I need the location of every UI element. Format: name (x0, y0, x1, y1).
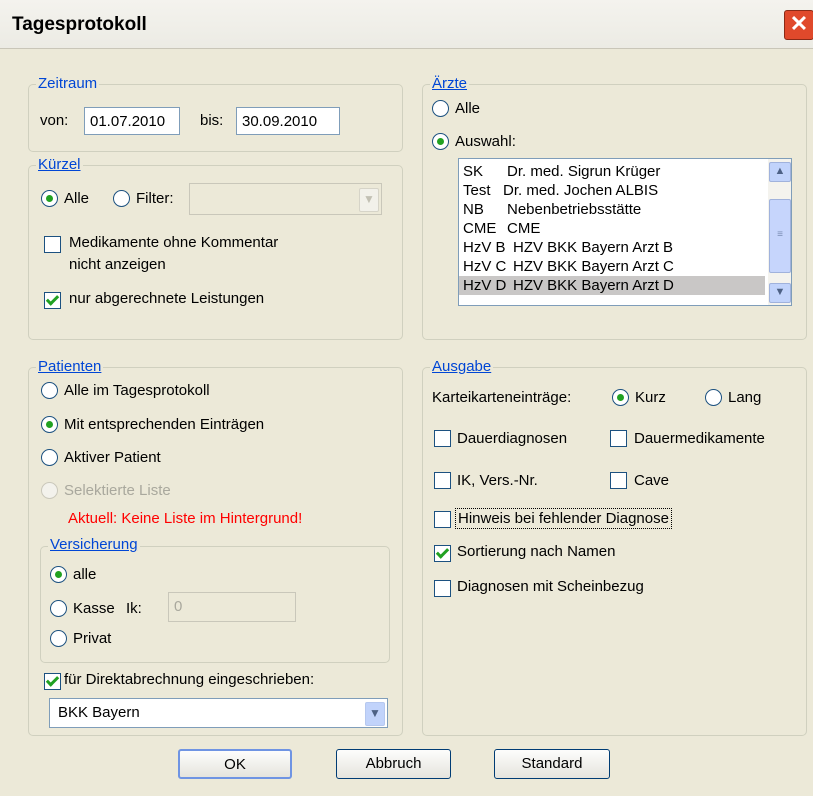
kartei-kurz-label[interactable]: Kurz (635, 389, 666, 406)
title-bar: Tagesprotokoll ✕ (0, 0, 813, 49)
ik-vers-checkbox[interactable] (434, 472, 451, 489)
versicherung-privat-radio[interactable] (50, 630, 67, 647)
sortierung-checkbox[interactable] (434, 545, 451, 562)
kuerzel-legend: Kürzel (36, 156, 83, 173)
ik-vers-label[interactable]: IK, Vers.-Nr. (457, 472, 538, 489)
list-item-selected[interactable]: HzV D HZV BKK Bayern Arzt D (459, 276, 765, 295)
patienten-warning: Aktuell: Keine Liste im Hintergrund! (68, 510, 303, 527)
versicherung-kasse-radio[interactable] (50, 600, 67, 617)
list-item[interactable]: HzV B HZV BKK Bayern Arzt B (463, 238, 673, 257)
patienten-eintraege-label[interactable]: Mit entsprechenden Einträgen (64, 416, 264, 433)
patienten-selektiert-radio (41, 482, 58, 499)
kuerzel-alle-radio[interactable] (41, 190, 58, 207)
direkt-label[interactable]: für Direktabrechnung eingeschrieben: (64, 671, 314, 688)
abgerechnet-checkbox[interactable] (44, 292, 61, 309)
abbruch-button[interactable]: Abbruch (336, 749, 451, 779)
listbox-scrollbar[interactable]: ▲ ≡ ▼ (768, 159, 791, 305)
patienten-legend: Patienten (36, 358, 104, 375)
list-item[interactable]: Test Dr. med. Jochen ALBIS (463, 181, 658, 200)
patienten-aktiver-label[interactable]: Aktiver Patient (64, 449, 161, 466)
medikamente-checkbox[interactable] (44, 236, 61, 253)
kartei-label: Karteikarteneinträge: (432, 389, 572, 406)
kuerzel-filter-select: ▼ (189, 183, 382, 215)
von-date-input[interactable]: 01.07.2010 (84, 107, 180, 135)
cave-label[interactable]: Cave (634, 472, 669, 489)
ik-label: Ik: (126, 600, 142, 617)
standard-button[interactable]: Standard (494, 749, 610, 779)
kuerzel-filter-radio[interactable] (113, 190, 130, 207)
list-item[interactable]: HzV C HZV BKK Bayern Arzt C (463, 257, 674, 276)
list-item[interactable]: CME CME (463, 219, 540, 238)
kartei-kurz-radio[interactable] (612, 389, 629, 406)
kuerzel-alle-label[interactable]: Alle (64, 190, 89, 207)
versicherung-kasse-label[interactable]: Kasse (73, 600, 115, 617)
dauermedikamente-label[interactable]: Dauermedikamente (634, 430, 765, 447)
aerzte-auswahl-radio[interactable] (432, 133, 449, 150)
patienten-aktiver-radio[interactable] (41, 449, 58, 466)
direkt-checkbox[interactable] (44, 673, 61, 690)
chevron-down-icon[interactable]: ▼ (769, 283, 791, 303)
kuerzel-filter-label[interactable]: Filter: (136, 190, 174, 207)
window-title: Tagesprotokoll (12, 14, 147, 35)
scroll-thumb[interactable]: ≡ (769, 199, 791, 273)
ik-input: 0 (168, 592, 296, 622)
patienten-alle-label[interactable]: Alle im Tagesprotokoll (64, 382, 210, 399)
von-label: von: (40, 112, 69, 129)
kartei-lang-radio[interactable] (705, 389, 722, 406)
abgerechnet-label[interactable]: nur abgerechnete Leistungen (69, 290, 264, 307)
versicherung-alle-label[interactable]: alle (73, 566, 96, 583)
versicherung-legend: Versicherung (48, 536, 140, 553)
bis-date-input[interactable]: 30.09.2010 (236, 107, 340, 135)
dauerdiagnosen-label[interactable]: Dauerdiagnosen (457, 430, 567, 447)
cave-checkbox[interactable] (610, 472, 627, 489)
zeitraum-legend: Zeitraum (36, 75, 100, 92)
aerzte-alle-label[interactable]: Alle (455, 100, 480, 117)
patienten-eintraege-radio[interactable] (41, 416, 58, 433)
list-item[interactable]: NB Nebenbetriebsstätte (463, 200, 641, 219)
versicherung-privat-label[interactable]: Privat (73, 630, 111, 647)
diagnosen-scheinbezug-checkbox[interactable] (434, 580, 451, 597)
medikamente-label-1[interactable]: Medikamente ohne Kommentar (69, 234, 278, 251)
sortierung-label[interactable]: Sortierung nach Namen (457, 543, 615, 560)
patienten-alle-radio[interactable] (41, 382, 58, 399)
diagnosen-scheinbezug-label[interactable]: Diagnosen mit Scheinbezug (457, 578, 644, 595)
medikamente-label-2[interactable]: nicht anzeigen (69, 256, 166, 273)
patienten-selektiert-label: Selektierte Liste (64, 482, 171, 499)
aerzte-listbox[interactable]: SK Dr. med. Sigrun Krüger Test Dr. med. Jo… (458, 158, 792, 306)
hinweis-label[interactable]: Hinweis bei fehlender Diagnose (455, 508, 672, 529)
aerzte-legend: Ärzte (430, 75, 470, 92)
chevron-down-icon[interactable]: ▼ (365, 702, 385, 726)
kasse-select[interactable]: BKK Bayern ▼ (49, 698, 388, 728)
bis-label: bis: (200, 112, 224, 129)
chevron-up-icon[interactable]: ▲ (769, 162, 791, 182)
dauermedikamente-checkbox[interactable] (610, 430, 627, 447)
aerzte-auswahl-label[interactable]: Auswahl: (455, 133, 516, 150)
ok-button[interactable]: OK (178, 749, 292, 779)
hinweis-checkbox[interactable] (434, 511, 451, 528)
list-item[interactable]: SK Dr. med. Sigrun Krüger (463, 162, 660, 181)
chevron-down-icon: ▼ (359, 188, 379, 212)
kartei-lang-label[interactable]: Lang (728, 389, 761, 406)
dauerdiagnosen-checkbox[interactable] (434, 430, 451, 447)
ausgabe-legend: Ausgabe (430, 358, 494, 375)
versicherung-alle-radio[interactable] (50, 566, 67, 583)
close-icon[interactable]: ✕ (784, 10, 813, 40)
aerzte-alle-radio[interactable] (432, 100, 449, 117)
